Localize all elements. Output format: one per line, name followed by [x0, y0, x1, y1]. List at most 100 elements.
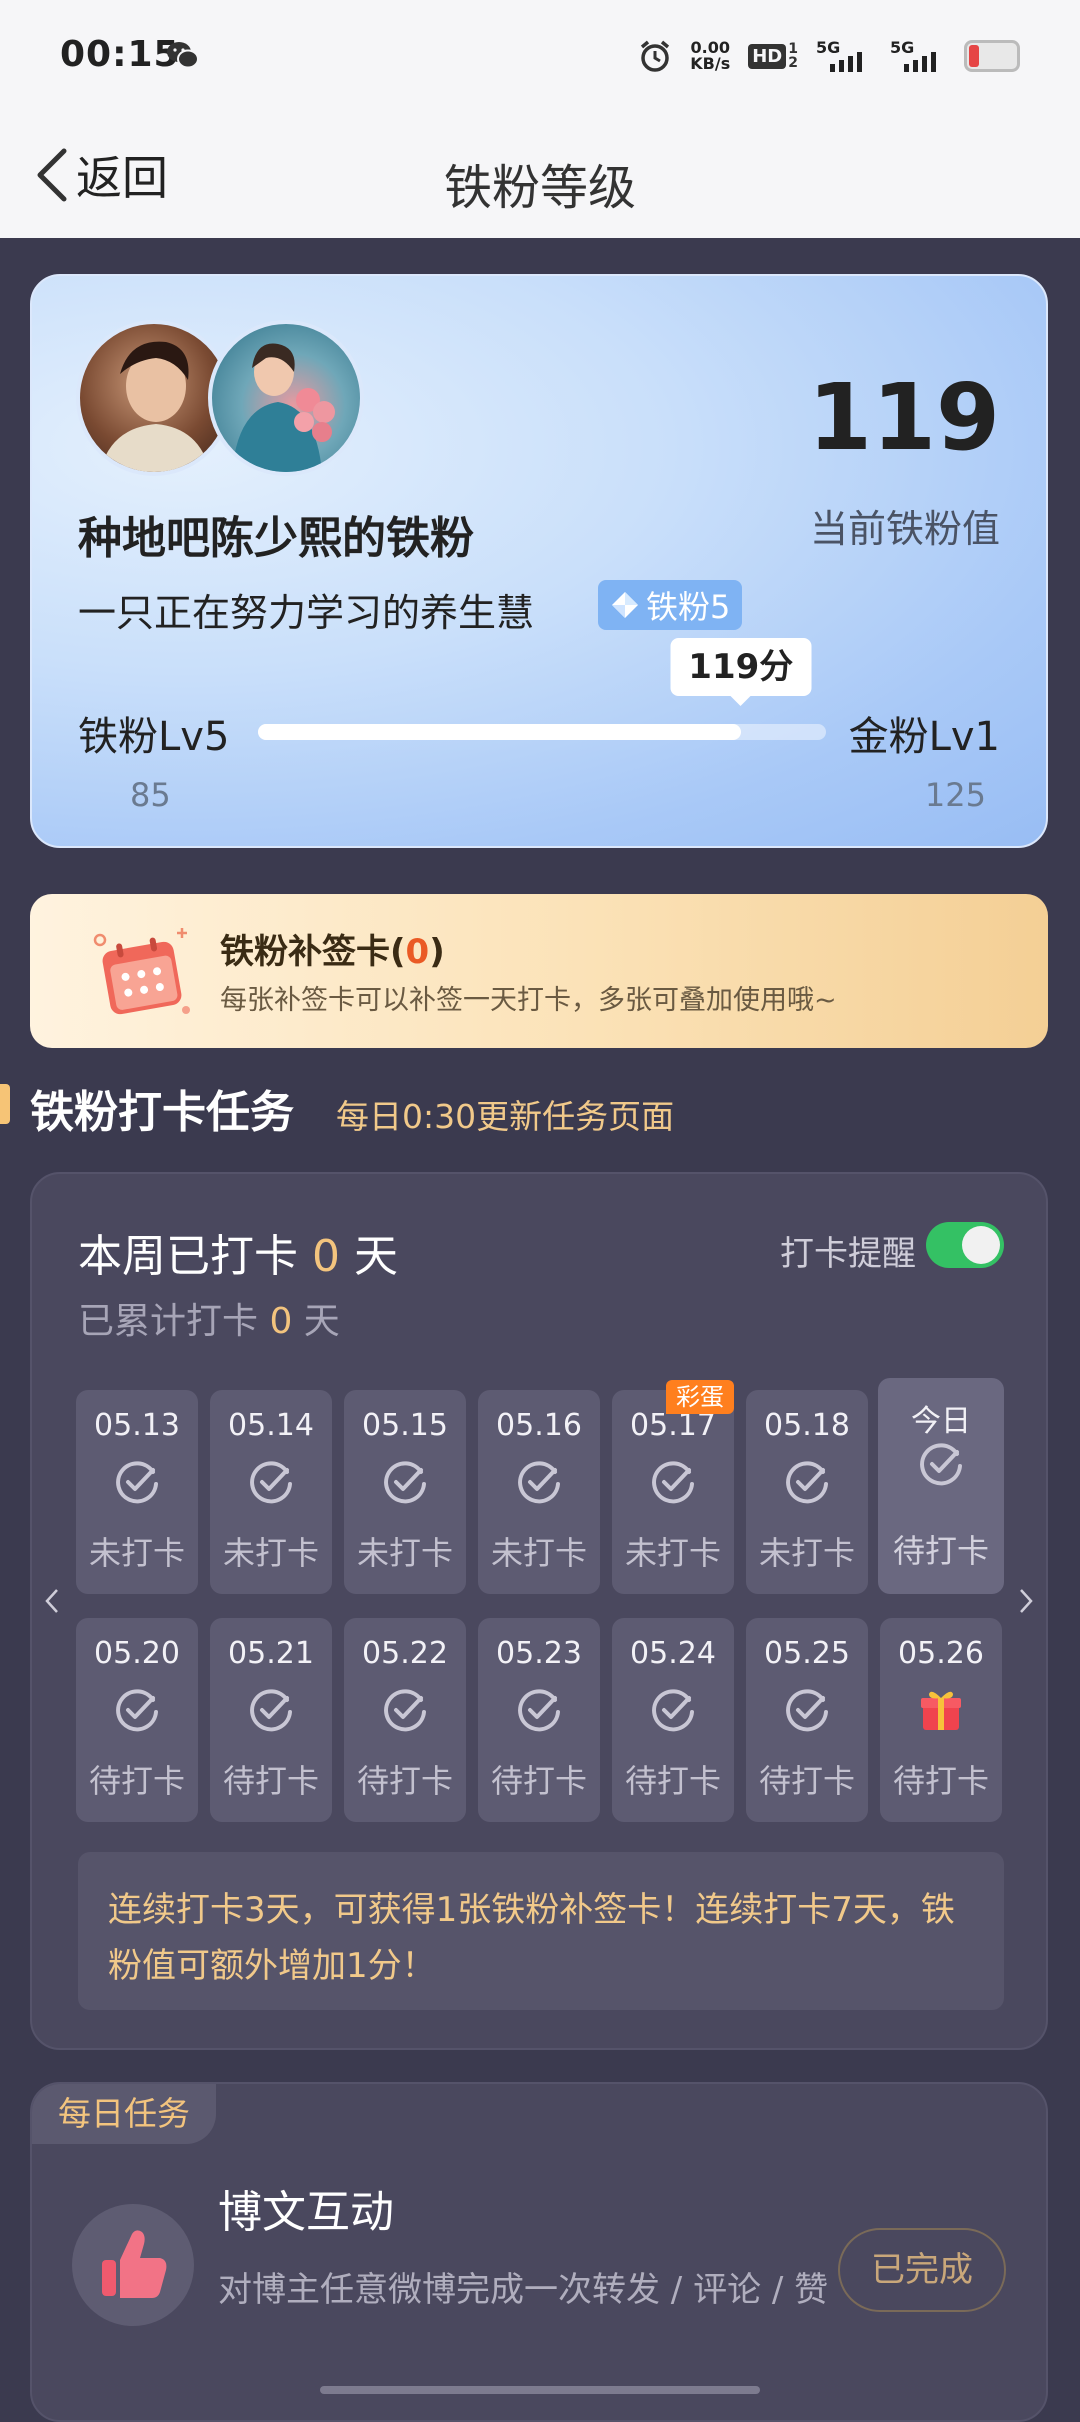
- check-circle-icon: [250, 1689, 292, 1732]
- fan-value: 119: [807, 364, 1000, 471]
- reminder-toggle[interactable]: [926, 1222, 1004, 1268]
- day-date: 05.18: [764, 1408, 850, 1443]
- person-portrait-icon: [100, 341, 210, 472]
- check-circle-icon: [920, 1443, 962, 1486]
- status-time: 00:15: [60, 34, 180, 75]
- checkin-day-cell[interactable]: 05.26 待打卡: [880, 1618, 1002, 1822]
- progress-tooltip: 119分: [670, 638, 812, 706]
- makeup-card-count: 0: [405, 932, 430, 972]
- section-subtitle: 每日0:30更新任务页面: [336, 1097, 675, 1136]
- week-suffix: 天: [340, 1231, 398, 1282]
- checkin-day-cell[interactable]: 今日 待打卡: [878, 1378, 1004, 1594]
- day-status: 待打卡: [624, 1762, 721, 1800]
- day-date: 05.22: [362, 1636, 448, 1671]
- day-status: 待打卡: [222, 1762, 319, 1800]
- user-avatar[interactable]: [208, 320, 364, 476]
- check-circle-icon: [518, 1689, 560, 1732]
- level-min-value: 85: [130, 776, 171, 814]
- status-bar: 00:15 0.00 KB/s HD 12 5G 5G: [0, 0, 1080, 112]
- section-title: 铁粉打卡任务: [30, 1087, 294, 1138]
- signal-5g-1-icon: 5G: [816, 38, 872, 74]
- checkin-day-cell[interactable]: 05.20 待打卡: [76, 1618, 198, 1822]
- checkin-day-cell[interactable]: 05.24 待打卡: [612, 1618, 734, 1822]
- checkin-day-cell[interactable]: 05.23 待打卡: [478, 1618, 600, 1822]
- task-title: 博文互动: [218, 2187, 394, 2238]
- day-status: 待打卡: [88, 1762, 185, 1800]
- day-date: 05.21: [228, 1636, 314, 1671]
- total-checkin-count: 已累计打卡 0 天: [78, 1292, 340, 1344]
- check-circle-icon: [116, 1461, 158, 1504]
- badge-label: 铁粉5: [646, 588, 731, 626]
- makeup-card-title: 铁粉补签卡(0): [220, 924, 445, 973]
- page-title: 铁粉等级: [443, 160, 636, 216]
- checkin-day-cell[interactable]: 05.22 待打卡: [344, 1618, 466, 1822]
- check-circle-icon: [116, 1689, 158, 1732]
- day-status: 待打卡: [356, 1762, 453, 1800]
- checkin-day-cell[interactable]: 05.18 未打卡: [746, 1390, 868, 1594]
- checkin-panel: 本周已打卡 0 天 已累计打卡 0 天 打卡提醒 05.13 未打卡 05.14 未打…: [30, 1172, 1048, 2050]
- check-circle-icon: [786, 1461, 828, 1504]
- day-date: 05.25: [764, 1636, 850, 1671]
- person-with-flowers-icon: [232, 343, 335, 472]
- total-prefix: 已累计打卡: [78, 1301, 270, 1342]
- day-status: 未打卡: [490, 1534, 587, 1572]
- alarm-icon: [641, 40, 670, 72]
- check-circle-icon: [652, 1461, 694, 1504]
- hd-label: HD: [748, 43, 787, 69]
- day-date: 05.26: [898, 1636, 984, 1671]
- check-circle-icon: [652, 1689, 694, 1732]
- prev-week-icon[interactable]: [42, 1586, 62, 1616]
- hd-icon: HD 12: [748, 42, 798, 70]
- gift-icon: [921, 1691, 961, 1730]
- task-description: 对博主任意微博完成一次转发 / 评论 / 赞: [218, 2270, 829, 2310]
- fan-level-card: 种地吧陈少熙的铁粉 一只正在努力学习的养生慧 铁粉5 119 当前铁粉值 铁粉L…: [30, 274, 1048, 848]
- level-max-value: 125: [924, 776, 986, 814]
- check-circle-icon: [250, 1461, 292, 1504]
- network-speed: 0.00 KB/s: [690, 40, 730, 72]
- week-checkin-count: 本周已打卡 0 天: [78, 1220, 398, 1284]
- checkin-day-cell[interactable]: 05.21 待打卡: [210, 1618, 332, 1822]
- check-circle-icon: [384, 1689, 426, 1732]
- section-accent-bar: [0, 1084, 10, 1124]
- checkin-day-cell[interactable]: 05.17 未打卡 彩蛋: [612, 1380, 734, 1594]
- day-date: 05.14: [228, 1408, 314, 1443]
- diamond-icon: [612, 592, 638, 618]
- day-status: 未打卡: [356, 1534, 453, 1572]
- day-status: 待打卡: [892, 1532, 989, 1570]
- makeup-card-banner[interactable]: 铁粉补签卡(0) 每张补签卡可以补签一天打卡，多张可叠加使用哦~: [30, 894, 1048, 1048]
- day-date: 05.20: [94, 1636, 180, 1671]
- day-status: 未打卡: [758, 1534, 855, 1572]
- fan-of-label: 种地吧陈少熙的铁粉: [78, 513, 474, 564]
- makeup-title-suffix: ): [429, 932, 445, 972]
- thumbs-up-icon: [102, 2230, 167, 2298]
- day-status: 待打卡: [490, 1762, 587, 1800]
- toggle-knob: [962, 1226, 1000, 1264]
- next-level-label: 金粉Lv1: [848, 714, 1000, 760]
- fan-value-label: 当前铁粉值: [809, 507, 1000, 551]
- streak-reward-hint: 连续打卡3天，可获得1张铁粉补签卡！连续打卡7天，铁粉值可额外增加1分！: [78, 1852, 1004, 2010]
- checkin-day-cell[interactable]: 05.14 未打卡: [210, 1390, 332, 1594]
- check-circle-icon: [384, 1461, 426, 1504]
- checkin-day-cell[interactable]: 05.13 未打卡: [76, 1390, 198, 1594]
- task-completed-button[interactable]: 已完成: [838, 2228, 1006, 2312]
- signal-5g-2-icon: 5G: [890, 38, 946, 74]
- total-suffix: 天: [292, 1301, 340, 1342]
- level-progress-bar: [258, 724, 826, 740]
- checkin-day-cell[interactable]: 05.16 未打卡: [478, 1390, 600, 1594]
- makeup-card-desc: 每张补签卡可以补签一天打卡，多张可叠加使用哦~: [220, 985, 837, 1016]
- day-status: 待打卡: [758, 1762, 855, 1800]
- daily-task-tag: 每日任务: [32, 2084, 216, 2144]
- week-count: 0: [312, 1231, 340, 1282]
- checkin-day-cell[interactable]: 05.15 未打卡: [344, 1390, 466, 1594]
- battery-icon: [964, 40, 1020, 72]
- check-circle-icon: [518, 1461, 560, 1504]
- easter-egg-tag: 彩蛋: [666, 1380, 734, 1414]
- daily-task-card: 每日任务 博文互动 对博主任意微博完成一次转发 / 评论 / 赞 已完成: [30, 2082, 1048, 2422]
- fan-level-badge: 铁粉5: [598, 580, 743, 630]
- day-date: 05.15: [362, 1408, 448, 1443]
- checkin-day-cell[interactable]: 05.25 待打卡: [746, 1618, 868, 1822]
- home-indicator[interactable]: [320, 2386, 760, 2394]
- next-week-icon[interactable]: [1016, 1586, 1036, 1616]
- check-circle-icon: [786, 1689, 828, 1732]
- wechat-icon: [167, 42, 199, 69]
